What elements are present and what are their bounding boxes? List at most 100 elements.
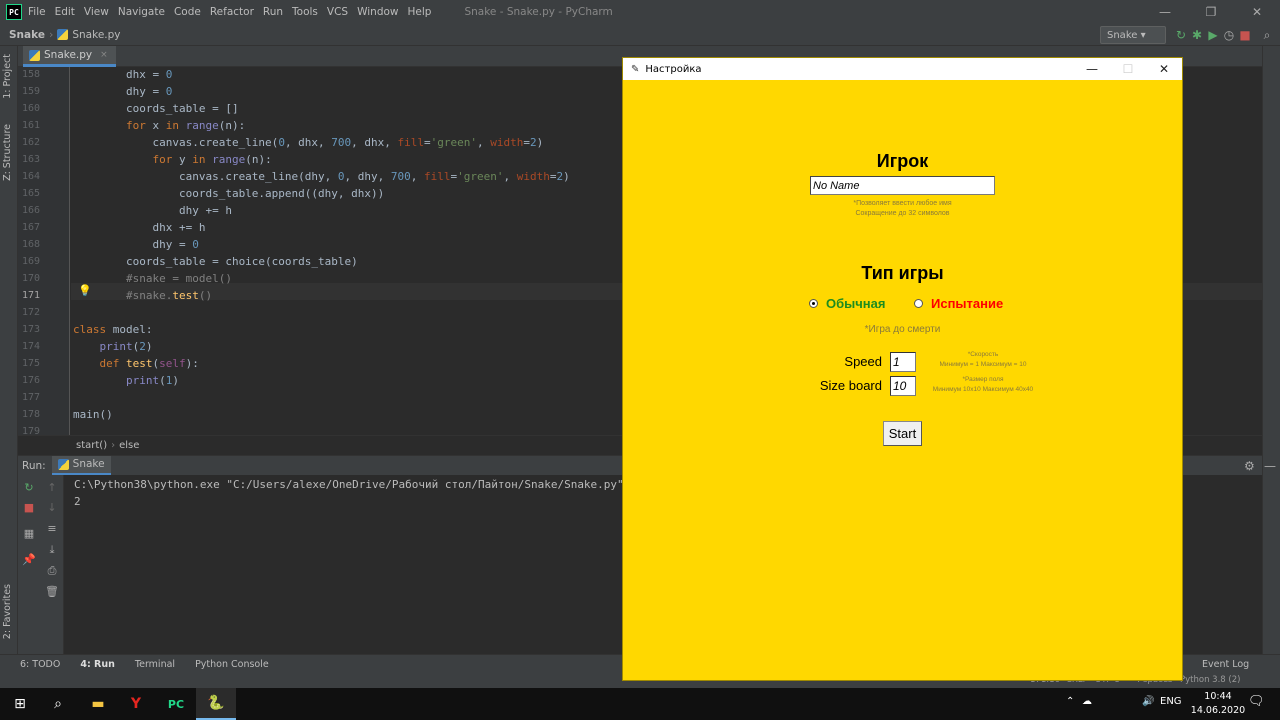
minimize-icon[interactable]: —	[1142, 0, 1188, 24]
run-tool-tab[interactable]: 4: Run	[80, 659, 115, 670]
editor-tab-snake[interactable]: Snake.py ×	[23, 46, 116, 67]
code-line[interactable]: class model:	[73, 323, 152, 336]
notifications-icon[interactable]: 🗨	[1248, 694, 1265, 709]
windows-logo-icon[interactable]: ⊞	[0, 688, 40, 720]
code-line[interactable]: #snake.test()	[73, 289, 212, 302]
lightbulb-icon[interactable]: 💡	[78, 284, 92, 297]
tray-chevron-icon[interactable]: ⌃	[1066, 696, 1074, 707]
crumb-block[interactable]: else	[119, 440, 139, 451]
mode-normal-radio[interactable]	[809, 299, 818, 308]
menu-navigate[interactable]: Navigate	[118, 6, 165, 18]
code-line[interactable]: for x in range(n):	[73, 119, 245, 132]
python-taskbar-icon[interactable]: 🐍	[196, 688, 236, 720]
trash-icon[interactable]: 🗑	[45, 585, 59, 599]
file-explorer-icon[interactable]: ▬	[78, 688, 118, 720]
hide-panel-icon[interactable]: —	[1264, 459, 1276, 473]
mode-trial-radio[interactable]	[914, 299, 923, 308]
tab-close-icon[interactable]: ×	[100, 50, 108, 60]
stop-icon[interactable]: ■	[22, 501, 36, 515]
search-everywhere-icon[interactable]: ⌕	[1260, 28, 1274, 42]
pin-icon[interactable]: 📌	[22, 553, 36, 567]
code-line[interactable]: dhy = 0	[73, 238, 198, 251]
menu-help[interactable]: Help	[408, 6, 432, 18]
mode-normal-label[interactable]: Обычная	[826, 296, 885, 311]
menu-code[interactable]: Code	[174, 6, 201, 18]
breadcrumb-project[interactable]: Snake	[9, 29, 45, 41]
print-icon[interactable]: ⎙	[45, 564, 59, 578]
code-line[interactable]: coords_table = choice(coords_table)	[73, 255, 358, 268]
code-line[interactable]: #snake = model()	[73, 272, 232, 285]
debug-icon[interactable]: ✱	[1190, 28, 1204, 42]
event-log-tab[interactable]: Event Log	[1202, 659, 1249, 670]
code-line[interactable]: dhx = 0	[73, 68, 172, 81]
dialog-titlebar[interactable]: ✎ Настройка — ☐ ✕	[623, 58, 1182, 80]
pycharm-taskbar-icon[interactable]: PC	[156, 688, 196, 720]
code-line[interactable]: def test(self):	[73, 357, 199, 370]
menu-vcs[interactable]: VCS	[327, 6, 348, 18]
code-line[interactable]: dhy = 0	[73, 85, 172, 98]
scroll-down-icon[interactable]: ↓	[45, 501, 59, 515]
player-name-input[interactable]	[810, 176, 995, 195]
code-line[interactable]: coords_table = []	[73, 102, 239, 115]
menu-window[interactable]: Window	[357, 6, 398, 18]
code-line[interactable]: print(2)	[73, 340, 153, 353]
clock-date[interactable]: 14.06.2020	[1190, 705, 1246, 716]
dialog-minimize-icon[interactable]: —	[1074, 58, 1110, 80]
code-line[interactable]: canvas.create_line(dhy, 0, dhy, 700, fil…	[73, 170, 570, 183]
run-tab-snake[interactable]: Snake	[51, 455, 111, 476]
mode-trial-label[interactable]: Испытание	[931, 296, 1003, 311]
menu-edit[interactable]: Edit	[55, 6, 75, 18]
onedrive-icon[interactable]: ☁	[1082, 696, 1092, 707]
pycharm-logo-icon: PC	[6, 4, 22, 20]
layout-icon[interactable]: ▦	[22, 527, 36, 541]
code-line[interactable]: for y in range(n):	[73, 153, 271, 166]
menu-view[interactable]: View	[84, 6, 109, 18]
run-configuration-select[interactable]: Snake ▾	[1100, 26, 1166, 44]
profile-icon[interactable]: ◷	[1222, 28, 1236, 42]
scroll-to-end-icon[interactable]: ⤓	[45, 543, 59, 557]
volume-icon[interactable]: 🔊	[1142, 696, 1154, 707]
code-line[interactable]: coords_table.append((dhy, dhx))	[73, 187, 384, 200]
menu-file[interactable]: File	[28, 6, 46, 18]
project-tool-tab[interactable]: 1: Project	[2, 54, 13, 99]
python-console-tab[interactable]: Python Console	[195, 659, 269, 670]
size-board-hint-1: *Размер поля	[962, 376, 1004, 383]
run-configuration-label: Snake ▾	[1107, 29, 1146, 41]
crumb-function[interactable]: start()	[76, 440, 107, 451]
maximize-icon[interactable]: ❐	[1188, 0, 1234, 24]
speed-input[interactable]	[890, 352, 916, 372]
soft-wrap-icon[interactable]: ≡	[45, 522, 59, 536]
settings-gear-icon[interactable]: ⚙	[1244, 459, 1255, 473]
menu-refactor[interactable]: Refactor	[210, 6, 254, 18]
rerun-icon[interactable]: ↻	[22, 481, 36, 495]
todo-tab[interactable]: 6: TODO	[20, 659, 60, 670]
search-icon[interactable]: ⌕	[38, 688, 78, 720]
close-icon[interactable]: ✕	[1234, 0, 1280, 24]
python-file-icon	[29, 49, 40, 61]
input-language[interactable]: ENG	[1160, 696, 1182, 707]
favorites-tool-tab[interactable]: 2: Favorites	[2, 584, 13, 639]
yandex-browser-icon[interactable]: Y	[116, 688, 156, 720]
breadcrumb-file[interactable]: Snake.py	[72, 29, 120, 41]
code-line[interactable]: main()	[73, 408, 113, 421]
dialog-close-icon[interactable]: ✕	[1146, 58, 1182, 80]
clock-time[interactable]: 10:44	[1198, 691, 1238, 702]
stop-icon[interactable]: ■	[1238, 28, 1252, 42]
code-line[interactable]: print(1)	[73, 374, 179, 387]
code-line[interactable]: dhy += h	[73, 204, 232, 217]
code-line[interactable]: dhx += h	[73, 221, 205, 234]
code-line[interactable]: canvas.create_line(0, dhx, 700, dhx, fil…	[73, 136, 543, 149]
scroll-up-icon[interactable]: ↑	[45, 481, 59, 495]
line-number: 158	[21, 69, 40, 80]
python-interpreter[interactable]: Python 3.8 (2)	[1180, 675, 1240, 685]
size-board-input[interactable]	[890, 376, 916, 396]
size-board-hint-2: Минимум 10х10 Максимум 40х40	[932, 386, 1034, 393]
structure-tool-tab[interactable]: Z: Structure	[2, 124, 13, 181]
menu-tools[interactable]: Tools	[292, 6, 318, 18]
coverage-icon[interactable]: ▶	[1206, 28, 1220, 42]
menu-run[interactable]: Run	[263, 6, 283, 18]
start-button[interactable]: Start	[883, 421, 922, 446]
terminal-tab[interactable]: Terminal	[135, 659, 175, 670]
rerun-icon[interactable]: ↻	[1174, 28, 1188, 42]
mode-hint: *Игра до смерти	[864, 324, 941, 335]
